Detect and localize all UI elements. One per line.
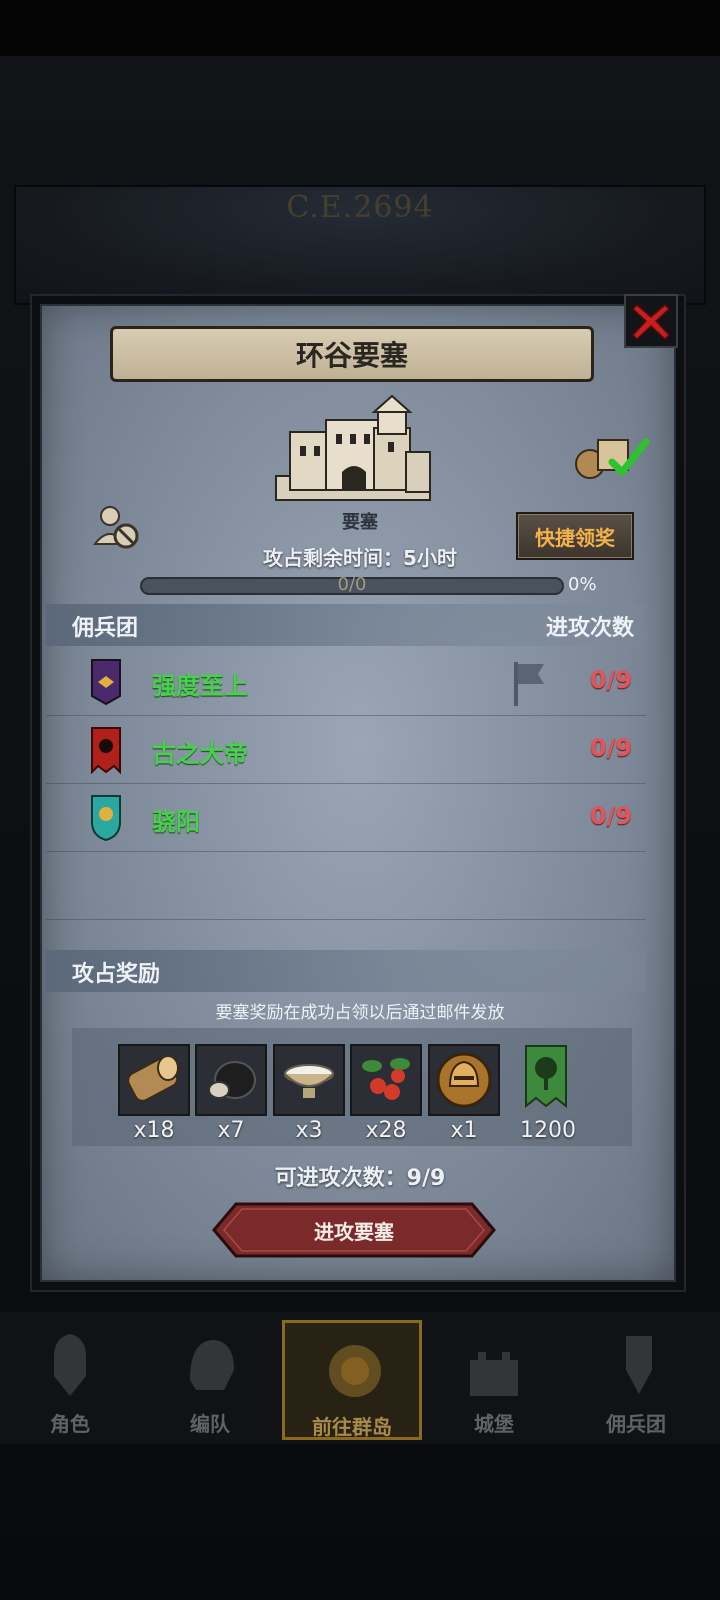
attack-button-label: 进攻要塞 — [314, 1220, 394, 1244]
nav-label: 角色 — [50, 1412, 90, 1436]
reward-item[interactable]: x7 — [195, 1044, 267, 1143]
nav-label: 编队 — [190, 1412, 230, 1436]
mercenary-header: 佣兵团 进攻次数 — [46, 604, 646, 646]
fortress-icon — [275, 394, 431, 501]
reward-quantity: x7 — [217, 1118, 245, 1143]
reward-quantity: x3 — [295, 1118, 323, 1143]
truffle-icon — [208, 1061, 256, 1099]
compass-icon — [329, 1345, 381, 1397]
mercenary-name: 古之大帝 — [152, 740, 248, 768]
nav-islands[interactable]: 前往群岛 — [282, 1320, 422, 1440]
attack-fortress-button[interactable]: 进攻要塞 — [212, 1202, 496, 1258]
sun-shield-icon — [91, 795, 121, 842]
mercenary-row[interactable]: 古之大帝 0/9 — [46, 716, 646, 784]
helmet-medal-icon — [436, 1052, 492, 1108]
flag-icon — [514, 662, 544, 706]
mercenary-attack-count: 0/9 — [589, 734, 632, 762]
mercenary-attack-count: 0/9 — [589, 666, 632, 694]
loot-collected-icon[interactable] — [572, 432, 654, 480]
tree-banner-icon — [525, 1045, 567, 1109]
reward-item[interactable]: x1 — [428, 1044, 500, 1143]
nav-mercenary[interactable]: 佣兵团 — [566, 1320, 706, 1440]
berries-icon — [362, 1058, 410, 1100]
helmet-icon — [190, 1340, 234, 1390]
reward-quantity: x28 — [365, 1118, 407, 1143]
mercenary-attack-count: 0/9 — [589, 802, 632, 830]
nav-character[interactable]: 角色 — [0, 1320, 140, 1440]
eagle-banner-icon — [91, 659, 121, 706]
castle-icon — [470, 1352, 518, 1396]
nav-label: 前往群岛 — [312, 1415, 392, 1439]
mercenary-row[interactable]: 强度至上 0/9 — [46, 648, 646, 716]
attacks-header-label: 进攻次数 — [545, 616, 634, 641]
rewards-note: 要塞奖励在成功占领以后通过邮件发放 — [215, 1003, 505, 1023]
sun-banner-icon — [91, 727, 121, 774]
dialog-title: 环谷要塞 — [110, 326, 594, 382]
mercenary-row[interactable]: 骁阳 0/9 — [46, 784, 646, 852]
reward-quantity: x1 — [450, 1118, 478, 1143]
knight-icon — [54, 1334, 86, 1396]
wood-log-icon — [127, 1055, 179, 1102]
empty-row — [46, 852, 646, 920]
nav-castle[interactable]: 城堡 — [424, 1320, 564, 1440]
mercenary-header-label: 佣兵团 — [72, 616, 139, 641]
mercenary-name: 强度至上 — [152, 672, 248, 700]
salt-bowl-icon — [284, 1064, 334, 1098]
capture-progress-percent: 0% — [568, 574, 597, 595]
capture-progress-text: 0/0 — [337, 574, 367, 595]
rewards-header: 攻占奖励 — [46, 950, 646, 992]
available-attacks: 可进攻次数：9/9 — [274, 1166, 446, 1191]
status-bar — [0, 0, 720, 56]
reward-quantity: x18 — [133, 1118, 175, 1143]
reward-item[interactable]: x3 — [273, 1044, 345, 1143]
rewards-header-label: 攻占奖励 — [72, 962, 161, 987]
reward-item[interactable]: 1200 — [512, 1044, 584, 1143]
nav-formation[interactable]: 编队 — [140, 1320, 280, 1440]
reward-quantity: 1200 — [520, 1118, 576, 1143]
remaining-time: 攻占剩余时间：5小时 — [263, 546, 457, 570]
close-icon — [631, 303, 671, 341]
reward-item[interactable]: x28 — [350, 1044, 422, 1143]
nav-label: 佣兵团 — [606, 1412, 666, 1436]
nav-label: 城堡 — [474, 1412, 514, 1436]
close-button[interactable] — [624, 294, 678, 348]
mercenary-name: 骁阳 — [152, 808, 200, 836]
mercenary-icon — [626, 1336, 652, 1394]
reward-item[interactable]: x18 — [118, 1044, 190, 1143]
